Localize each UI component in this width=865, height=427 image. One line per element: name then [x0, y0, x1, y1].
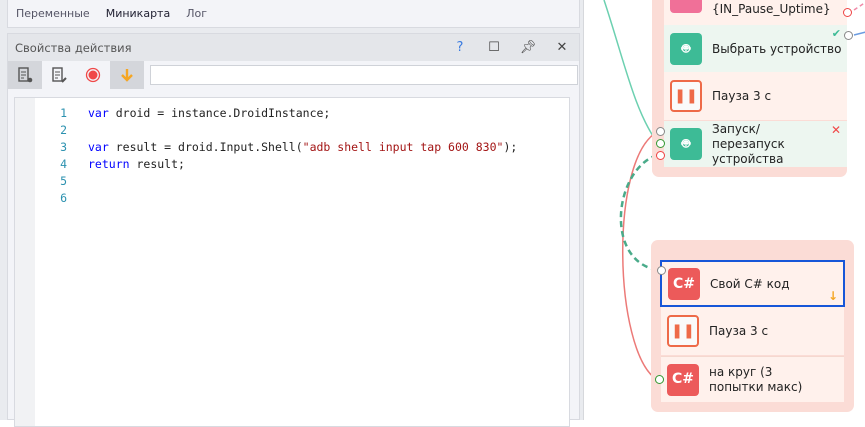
line-number: 2: [60, 123, 67, 137]
node-label: Запуск/перезапуск устройства: [712, 121, 785, 166]
step-down-button[interactable]: [110, 61, 144, 89]
android-icon: 🤖︎: [670, 128, 702, 160]
document-gear-icon: [18, 67, 33, 83]
code-token: result = droid.Input.Shell(: [115, 140, 303, 154]
code-line: 1 var droid = instance.DroidInstance;: [35, 105, 517, 122]
timer-icon: [670, 0, 702, 13]
node-loop[interactable]: C# на круг (3 попытки макс): [661, 356, 844, 402]
arrow-down-icon: [121, 69, 133, 82]
line-number: 4: [60, 157, 67, 171]
node-label: на круг (3 попытки макс): [709, 364, 803, 394]
code-lines: 1 var droid = instance.DroidInstance; 2 3 va…: [35, 105, 517, 207]
workflow-canvas[interactable]: {IN_Pause_Uptime} 🤖︎ Выбрать устройство …: [583, 0, 865, 420]
action-properties-panel: Свойства действия ? ☐ 📌︎ ✕ 1 var droid = …: [7, 33, 580, 427]
success-check-icon: ✔: [831, 27, 841, 40]
tab-log[interactable]: Лог: [186, 7, 207, 20]
panel-toolbar: [8, 61, 579, 89]
csharp-icon: C#: [668, 267, 700, 300]
code-token: "adb shell input tap 600 830": [302, 140, 504, 154]
code-text: var droid = instance.DroidInstance;: [88, 105, 330, 122]
node-pause-uptime[interactable]: {IN_Pause_Uptime}: [664, 0, 847, 25]
link-blue: [853, 31, 865, 36]
code-token: );: [503, 140, 518, 154]
csharp-icon: C#: [667, 363, 699, 396]
tab-variables[interactable]: Переменные: [16, 7, 90, 20]
code-line: 2: [35, 122, 517, 139]
link-teal: [603, 0, 658, 143]
android-icon: 🤖︎: [670, 32, 702, 65]
edit-button[interactable]: [42, 61, 76, 89]
port-input[interactable]: [657, 266, 666, 275]
code-token: return: [88, 157, 130, 171]
link-pink: [853, 1, 865, 11]
port-input[interactable]: [844, 31, 853, 40]
line-number: 3: [60, 140, 67, 154]
node-label: Пауза 3 с: [709, 324, 769, 338]
node-label: {IN_Pause_Uptime}: [712, 1, 831, 16]
code-line: 4 return result;: [35, 156, 517, 173]
error-x-icon: ✕: [830, 123, 841, 137]
panel-title: Свойства действия: [15, 40, 132, 55]
record-button[interactable]: [76, 61, 110, 89]
line-number: 6: [60, 191, 67, 205]
code-line: 3 var result = droid.Input.Shell("adb she…: [35, 139, 517, 156]
node-label: Выбрать устройство: [712, 41, 842, 56]
code-line: 6: [35, 190, 517, 207]
document-edit-icon: [52, 67, 67, 83]
record-icon: [85, 67, 101, 83]
left-pane: Переменные Миникарта Лог Свойства действ…: [0, 0, 583, 427]
arrow-down-icon: ↓: [827, 289, 838, 303]
port-success[interactable]: [656, 139, 665, 148]
code-line: 5: [35, 173, 517, 190]
port-success[interactable]: [655, 375, 664, 384]
code-text: return result;: [88, 156, 185, 173]
code-token: droid = instance.DroidInstance;: [115, 106, 331, 120]
code-editor[interactable]: 1 var droid = instance.DroidInstance; 2 3 va…: [14, 97, 570, 427]
port-input[interactable]: [656, 127, 665, 136]
pin-button[interactable]: 📌︎: [511, 40, 545, 55]
panel-header: Свойства действия ? ☐ 📌︎ ✕: [8, 34, 579, 61]
line-number: 5: [60, 174, 67, 188]
search-input[interactable]: [150, 65, 578, 85]
pause-icon: ❚❚: [670, 80, 702, 112]
node-pause-2[interactable]: ❚❚ Пауза 3 с: [661, 307, 844, 355]
properties-settings-button[interactable]: [8, 61, 42, 89]
node-label: Свой C# код: [710, 276, 790, 291]
editor-gutter: [15, 98, 35, 426]
maximize-button[interactable]: ☐: [477, 40, 511, 55]
node-restart-device[interactable]: 🤖︎ Запуск/перезапуск устройства ✕: [664, 121, 847, 167]
line-number: 1: [60, 106, 67, 120]
help-button[interactable]: ?: [443, 40, 477, 55]
bottom-tabs: Переменные Миникарта Лог: [7, 0, 580, 28]
code-text: var result = droid.Input.Shell("adb shel…: [88, 139, 517, 156]
tab-minimap[interactable]: Миникарта: [106, 7, 171, 20]
node-select-device[interactable]: 🤖︎ Выбрать устройство ✔: [664, 25, 847, 72]
node-label: Пауза 3 с: [712, 89, 772, 103]
port-error[interactable]: [656, 151, 665, 160]
close-button[interactable]: ✕: [545, 40, 579, 55]
code-token: result;: [136, 157, 185, 171]
node-pause-1[interactable]: ❚❚ Пауза 3 с: [664, 72, 847, 120]
pause-icon: ❚❚: [667, 315, 699, 347]
node-custom-cs[interactable]: C# Свой C# код ↓: [660, 260, 845, 307]
code-token: var: [88, 106, 109, 120]
code-token: var: [88, 140, 109, 154]
port-error[interactable]: [843, 8, 852, 17]
